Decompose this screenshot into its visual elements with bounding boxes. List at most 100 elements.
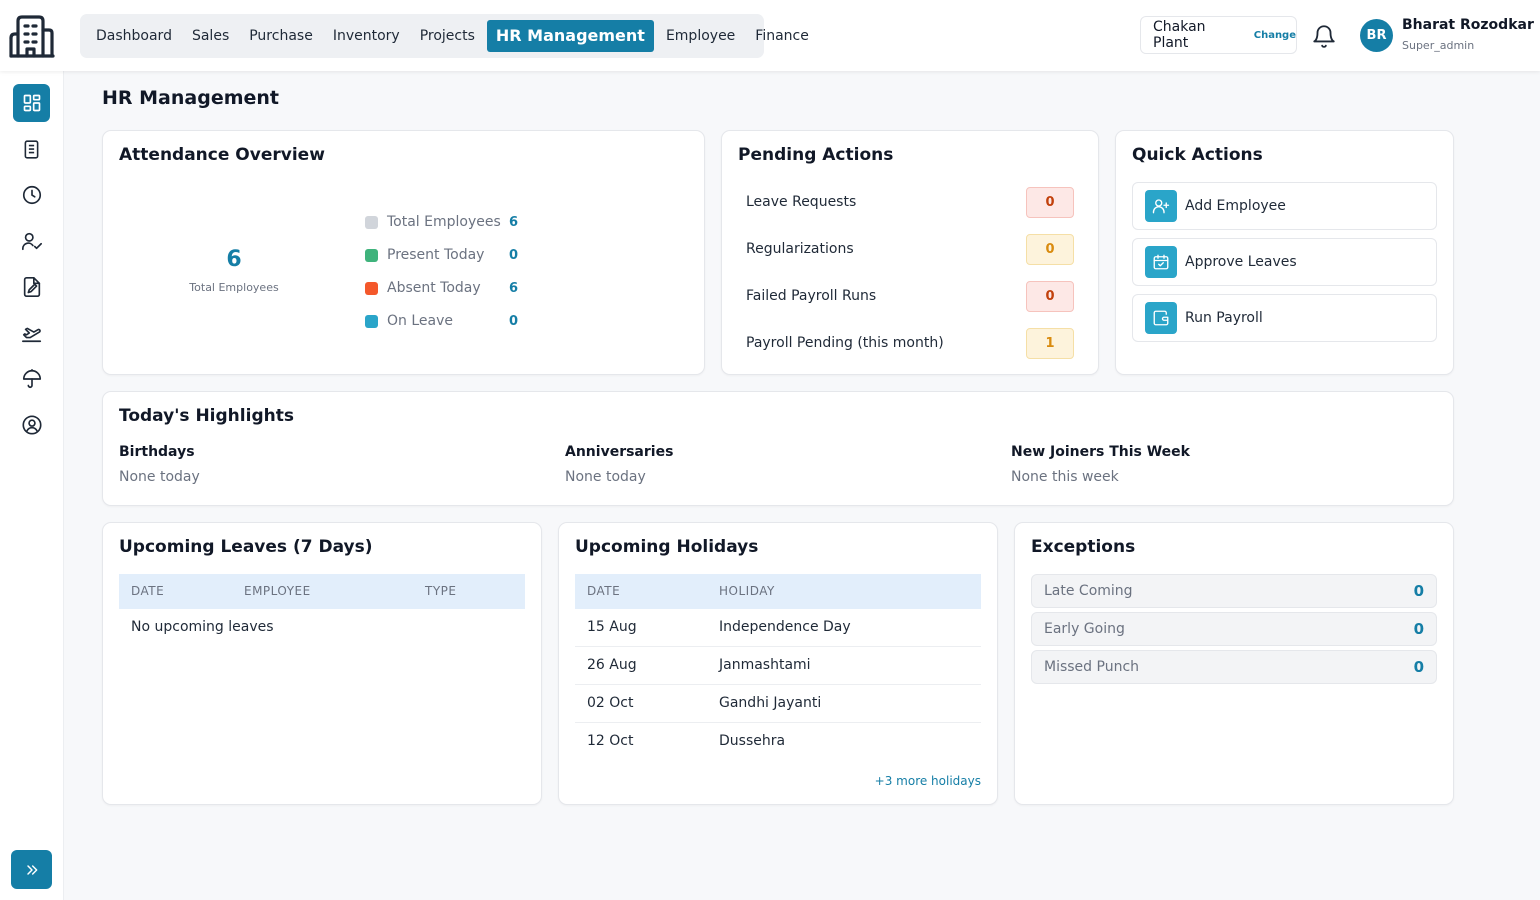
dashboard-icon[interactable]	[13, 84, 50, 122]
user-check-icon[interactable]	[13, 222, 50, 260]
attendance-title: Attendance Overview	[119, 145, 325, 165]
column-header-type[interactable]: TYPE	[425, 584, 456, 598]
holiday-date: 12 Oct	[587, 733, 634, 749]
exception-label: Early Going	[1044, 621, 1125, 637]
quick-actions-title: Quick Actions	[1132, 145, 1263, 165]
table-row: 26 Aug Janmashtami	[575, 647, 981, 685]
quick-actions-card: Quick Actions Add Employee Approve Leave…	[1115, 130, 1454, 375]
exception-missed-punch[interactable]: Missed Punch 0	[1031, 650, 1437, 684]
plant-name: Chakan Plant	[1153, 19, 1206, 51]
building-logo-icon[interactable]	[9, 14, 55, 58]
nav-finance[interactable]: Finance	[747, 20, 817, 52]
plant-change-link[interactable]: Change	[1254, 30, 1296, 41]
legend-absent-today: Absent Today 6	[365, 278, 518, 298]
clock-icon[interactable]	[13, 176, 50, 214]
highlights-title: Today's Highlights	[119, 406, 294, 426]
upcoming-holidays-card: Upcoming Holidays DATE HOLIDAY 15 Aug In…	[558, 522, 998, 805]
table-header: DATE HOLIDAY	[575, 574, 981, 609]
user-plus-icon	[1145, 190, 1177, 222]
chevrons-right-icon[interactable]	[11, 850, 52, 889]
attendance-overview-card: Attendance Overview 6 Total Employees To…	[102, 130, 705, 375]
umbrella-icon[interactable]	[13, 360, 50, 398]
exception-value: 0	[1413, 582, 1424, 600]
nav-inventory[interactable]: Inventory	[325, 20, 408, 52]
exceptions-card: Exceptions Late Coming 0 Early Going 0 M…	[1014, 522, 1454, 805]
main-nav: Dashboard Sales Purchase Inventory Proje…	[80, 14, 809, 58]
todays-highlights-card: Today's Highlights Birthdays None today …	[102, 391, 1454, 506]
highlight-anniversaries: Anniversaries None today	[565, 444, 673, 485]
plane-icon[interactable]	[13, 314, 50, 352]
holiday-name: Gandhi Jayanti	[719, 695, 822, 711]
approve-leaves-button[interactable]: Approve Leaves	[1132, 238, 1437, 286]
file-edit-icon[interactable]	[13, 268, 50, 306]
legend-value: 6	[509, 214, 519, 230]
exception-early-going[interactable]: Early Going 0	[1031, 612, 1437, 646]
holiday-name: Independence Day	[719, 619, 851, 635]
highlight-heading: New Joiners This Week	[1011, 444, 1190, 460]
nav-hr-management[interactable]: HR Management	[486, 20, 654, 52]
highlight-heading: Anniversaries	[565, 444, 674, 460]
upcoming-leaves-card: Upcoming Leaves (7 Days) DATE EMPLOYEE T…	[102, 522, 542, 805]
sidebar	[0, 71, 64, 900]
upcoming-leaves-title: Upcoming Leaves (7 Days)	[119, 537, 373, 557]
column-header-date[interactable]: DATE	[587, 584, 620, 598]
table-header: DATE EMPLOYEE TYPE	[119, 574, 525, 609]
table-row: 12 Oct Dussehra	[575, 723, 981, 761]
user-name: Bharat Rozodkar	[1402, 17, 1534, 33]
legend-value: 0	[509, 247, 519, 263]
highlight-value: None this week	[1011, 469, 1119, 485]
exception-late-coming[interactable]: Late Coming 0	[1031, 574, 1437, 608]
column-header-holiday[interactable]: HOLIDAY	[719, 584, 775, 598]
document-icon[interactable]	[13, 130, 50, 168]
legend-on-leave: On Leave 0	[365, 311, 518, 331]
pending-badge: 1	[1026, 327, 1074, 359]
column-header-date[interactable]: DATE	[131, 584, 164, 598]
nav-employee[interactable]: Employee	[658, 20, 743, 52]
pending-badge: 0	[1026, 186, 1074, 218]
qa-label: Run Payroll	[1185, 310, 1263, 326]
holiday-name: Janmashtami	[719, 657, 811, 673]
legend-label: Absent Today	[387, 280, 481, 296]
highlight-birthdays: Birthdays None today	[119, 444, 200, 485]
nav-sales[interactable]: Sales	[184, 20, 237, 52]
pending-actions-card: Pending Actions Leave Requests 0 Regular…	[721, 130, 1099, 375]
run-payroll-button[interactable]: Run Payroll	[1132, 294, 1437, 342]
highlight-new-joiners: New Joiners This Week None this week	[1011, 444, 1190, 485]
user-circle-icon[interactable]	[13, 406, 50, 444]
pending-failed-payroll-runs[interactable]: Failed Payroll Runs 0	[746, 280, 1074, 312]
empty-state-text: No upcoming leaves	[131, 619, 274, 635]
legend-swatch	[365, 314, 378, 328]
add-employee-button[interactable]: Add Employee	[1132, 182, 1437, 230]
more-holidays-link[interactable]: +3 more holidays	[875, 774, 981, 788]
pending-badge: 0	[1026, 233, 1074, 265]
pending-label: Regularizations	[746, 241, 854, 257]
legend-swatch	[365, 248, 378, 262]
legend-swatch	[365, 281, 378, 295]
pending-regularizations[interactable]: Regularizations 0	[746, 233, 1074, 265]
pending-label: Leave Requests	[746, 194, 857, 210]
exceptions-title: Exceptions	[1031, 537, 1136, 557]
pending-label: Failed Payroll Runs	[746, 288, 877, 304]
exception-value: 0	[1413, 658, 1424, 676]
holiday-date: 26 Aug	[587, 657, 637, 673]
pending-badge: 0	[1026, 280, 1074, 312]
holiday-date: 02 Oct	[587, 695, 634, 711]
highlight-heading: Birthdays	[119, 444, 195, 460]
column-header-employee[interactable]: EMPLOYEE	[244, 584, 311, 598]
legend-value: 0	[509, 313, 519, 329]
wallet-icon	[1145, 302, 1177, 334]
total-employees-value: 6	[226, 247, 242, 272]
legend-present-today: Present Today 0	[365, 245, 518, 265]
legend-label: On Leave	[387, 313, 453, 329]
plant-selector[interactable]: Chakan Plant Change	[1140, 16, 1297, 54]
nav-purchase[interactable]: Purchase	[241, 20, 321, 52]
nav-dashboard[interactable]: Dashboard	[88, 20, 180, 52]
exception-label: Late Coming	[1044, 583, 1133, 599]
pending-leave-requests[interactable]: Leave Requests 0	[746, 186, 1074, 218]
pending-title: Pending Actions	[738, 145, 894, 165]
avatar[interactable]: BR	[1360, 19, 1393, 52]
pending-payroll-this-month[interactable]: Payroll Pending (this month) 1	[746, 327, 1074, 359]
bell-icon[interactable]	[1311, 23, 1337, 49]
upcoming-holidays-title: Upcoming Holidays	[575, 537, 759, 557]
nav-projects[interactable]: Projects	[412, 20, 483, 52]
